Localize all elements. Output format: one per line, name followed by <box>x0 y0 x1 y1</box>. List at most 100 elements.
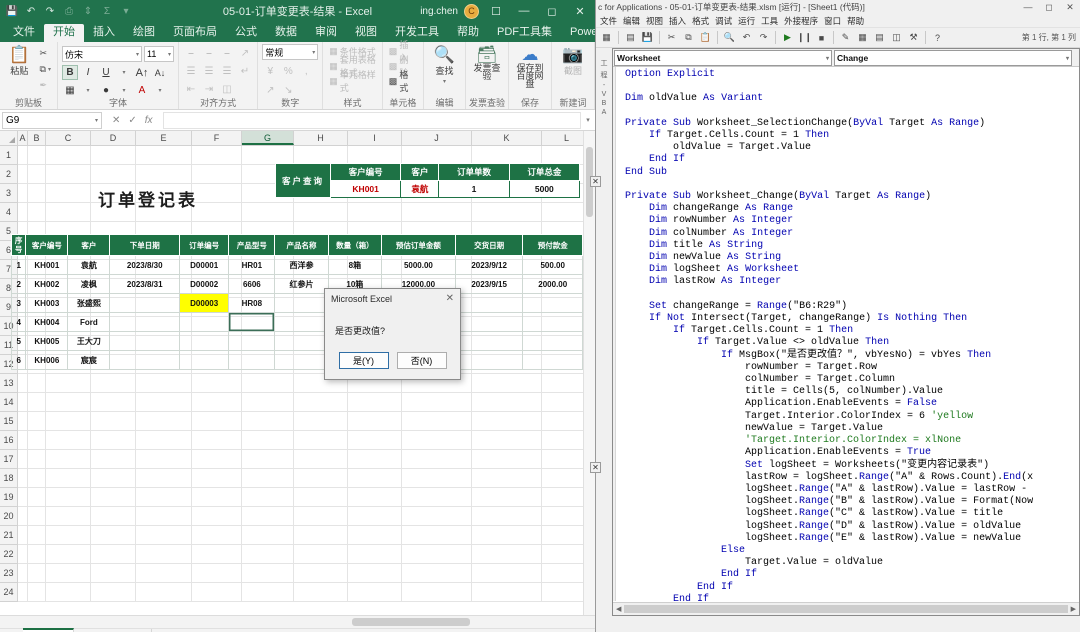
ribbon-tab-help[interactable]: 帮助 <box>448 24 488 42</box>
vba-menu-file[interactable]: 文件 <box>600 15 617 27</box>
more-icon[interactable]: ▾ <box>118 3 134 19</box>
column-header-A[interactable]: A <box>18 131 28 145</box>
align-middle-icon[interactable]: ⎯ <box>201 46 217 61</box>
percent-style-icon[interactable]: % <box>280 64 296 79</box>
code-editor[interactable]: Option Explicit Dim oldValue As Variant … <box>613 67 1079 601</box>
row-header[interactable]: 13 <box>0 374 18 393</box>
vba-menu-insert[interactable]: 插入 <box>669 15 686 27</box>
ribbon-tab-pdf-tools[interactable]: PDF工具集 <box>488 24 561 42</box>
print-icon[interactable]: ⎙ <box>61 3 77 19</box>
row-header[interactable]: 11 <box>0 336 18 355</box>
format-cells-button[interactable]: ▩ 格式 <box>387 70 419 93</box>
undo-icon[interactable]: ↶ <box>739 30 754 45</box>
row-header[interactable]: 9 <box>0 298 18 317</box>
vba-menu-edit[interactable]: 编辑 <box>623 15 640 27</box>
close-icon[interactable]: ✕ <box>1060 2 1080 13</box>
row-header[interactable]: 20 <box>0 507 18 526</box>
object-dropdown[interactable]: Worksheet ▾ <box>614 50 832 66</box>
row-header[interactable]: 24 <box>0 583 18 602</box>
row-header[interactable]: 23 <box>0 564 18 583</box>
number-format-combo[interactable]: 常规 ▾ <box>262 44 319 60</box>
procedure-dropdown[interactable]: Change ▾ <box>834 50 1072 66</box>
enter-icon[interactable]: ✓ <box>128 115 136 126</box>
vba-menu-format[interactable]: 格式 <box>692 15 709 27</box>
ribbon-tab-developer[interactable]: 开发工具 <box>386 24 448 42</box>
object-browser-icon[interactable]: ◫ <box>889 30 904 45</box>
row-header[interactable]: 4 <box>0 203 18 222</box>
formula-input[interactable] <box>162 111 581 129</box>
restore-icon[interactable]: ◻ <box>1039 2 1059 13</box>
avatar[interactable]: C <box>464 3 479 19</box>
close-panel-icon-bottom[interactable]: ✕ <box>590 462 601 473</box>
format-painter-button[interactable]: ✒ <box>38 78 53 92</box>
row-header[interactable]: 12 <box>0 355 18 374</box>
row-header[interactable]: 17 <box>0 450 18 469</box>
comma-style-icon[interactable]: , <box>298 64 314 79</box>
ribbon-tab-view[interactable]: 视图 <box>346 24 386 42</box>
select-all-corner[interactable] <box>0 131 18 145</box>
column-header-E[interactable]: E <box>136 131 192 145</box>
column-header-H[interactable]: H <box>294 131 348 145</box>
font-size-combo[interactable]: 11 ▾ <box>144 46 174 62</box>
save-icon[interactable]: 💾 <box>640 30 655 45</box>
row-header[interactable]: 10 <box>0 317 18 336</box>
column-header-F[interactable]: F <box>192 131 242 145</box>
align-bottom-icon[interactable]: ⎯ <box>219 46 235 61</box>
ribbon-tab-insert[interactable]: 插入 <box>84 24 124 42</box>
ribbon-tab-draw[interactable]: 绘图 <box>124 24 164 42</box>
copy-icon[interactable]: ⧉ <box>681 30 696 45</box>
column-header-B[interactable]: B <box>28 131 46 145</box>
align-top-icon[interactable]: ⎯ <box>183 46 199 61</box>
split-left-icon[interactable]: ◀ <box>616 605 621 613</box>
row-header[interactable]: 19 <box>0 488 18 507</box>
find-icon[interactable]: 🔍 <box>722 30 737 45</box>
undo-icon[interactable]: ↶ <box>23 3 39 19</box>
cut-button[interactable]: ✂ <box>38 46 53 60</box>
ribbon-tab-power-pivot[interactable]: Power Pivot <box>561 24 595 42</box>
ribbon-tab-file[interactable]: 文件 <box>4 24 44 42</box>
vba-menu-addins[interactable]: 外接程序 <box>784 15 818 27</box>
yes-button[interactable]: 是(Y) <box>338 352 389 369</box>
bold-button[interactable]: B <box>62 65 78 80</box>
row-header[interactable]: 18 <box>0 469 18 488</box>
row-header[interactable]: 16 <box>0 431 18 450</box>
restore-icon[interactable]: ◻ <box>541 1 563 21</box>
merge-cells-icon[interactable]: ◫ <box>219 82 235 97</box>
save-icon[interactable]: 💾 <box>4 3 20 19</box>
horizontal-scrollbar[interactable] <box>0 615 595 628</box>
ribbon-tab-page-layout[interactable]: 页面布局 <box>164 24 226 42</box>
run-icon[interactable]: ▶ <box>780 30 795 45</box>
close-panel-icon-top[interactable]: ✕ <box>590 176 601 187</box>
autosum-icon[interactable]: Σ <box>99 3 115 19</box>
cells-container[interactable] <box>18 146 595 602</box>
column-header-K[interactable]: K <box>472 131 542 145</box>
column-header-G[interactable]: G <box>242 131 294 145</box>
vba-menu-help[interactable]: 帮助 <box>847 15 864 27</box>
project-explorer-icon[interactable]: ▦ <box>855 30 870 45</box>
column-header-D[interactable]: D <box>91 131 136 145</box>
find-select-button[interactable]: 🔍 查找 ▾ <box>428 44 461 98</box>
minimize-icon[interactable]: — <box>513 1 535 21</box>
column-header-C[interactable]: C <box>46 131 91 145</box>
row-header[interactable]: 1 <box>0 146 18 165</box>
underline-dropdown-icon[interactable]: ▾ <box>116 65 132 80</box>
increase-indent-icon[interactable]: ⇥ <box>201 82 217 97</box>
cell-styles-button[interactable]: ▦ 单元格样式 <box>327 70 378 93</box>
minimize-icon[interactable]: — <box>1018 2 1038 13</box>
invoice-check-button[interactable]: 🗃 发票查验 <box>470 44 504 98</box>
font-name-combo[interactable]: 仿宋 ▾ <box>62 46 142 62</box>
copy-button[interactable]: ⧉ ▾ <box>38 62 53 76</box>
properties-icon[interactable]: ▤ <box>872 30 887 45</box>
close-icon[interactable]: ✕ <box>443 293 457 304</box>
view-excel-icon[interactable]: ▦ <box>599 30 614 45</box>
paste-button[interactable]: 📋 粘贴 <box>4 44 35 98</box>
orientation-icon[interactable]: ↗ <box>237 46 253 61</box>
vba-code-text[interactable]: Option Explicit Dim oldValue As Variant … <box>617 69 1079 601</box>
expand-formula-bar-icon[interactable]: ▾ <box>581 116 595 124</box>
spreadsheet-grid[interactable]: A B C D E F G H I J K L 1 2 3 4 5 6 7 8 … <box>0 131 595 615</box>
shrink-font-button[interactable]: A↓ <box>152 65 168 80</box>
row-header[interactable]: 5 <box>0 222 18 241</box>
grow-font-button[interactable]: A↑ <box>134 65 150 80</box>
toolbox-icon[interactable]: ⚒ <box>906 30 921 45</box>
column-header-J[interactable]: J <box>402 131 472 145</box>
